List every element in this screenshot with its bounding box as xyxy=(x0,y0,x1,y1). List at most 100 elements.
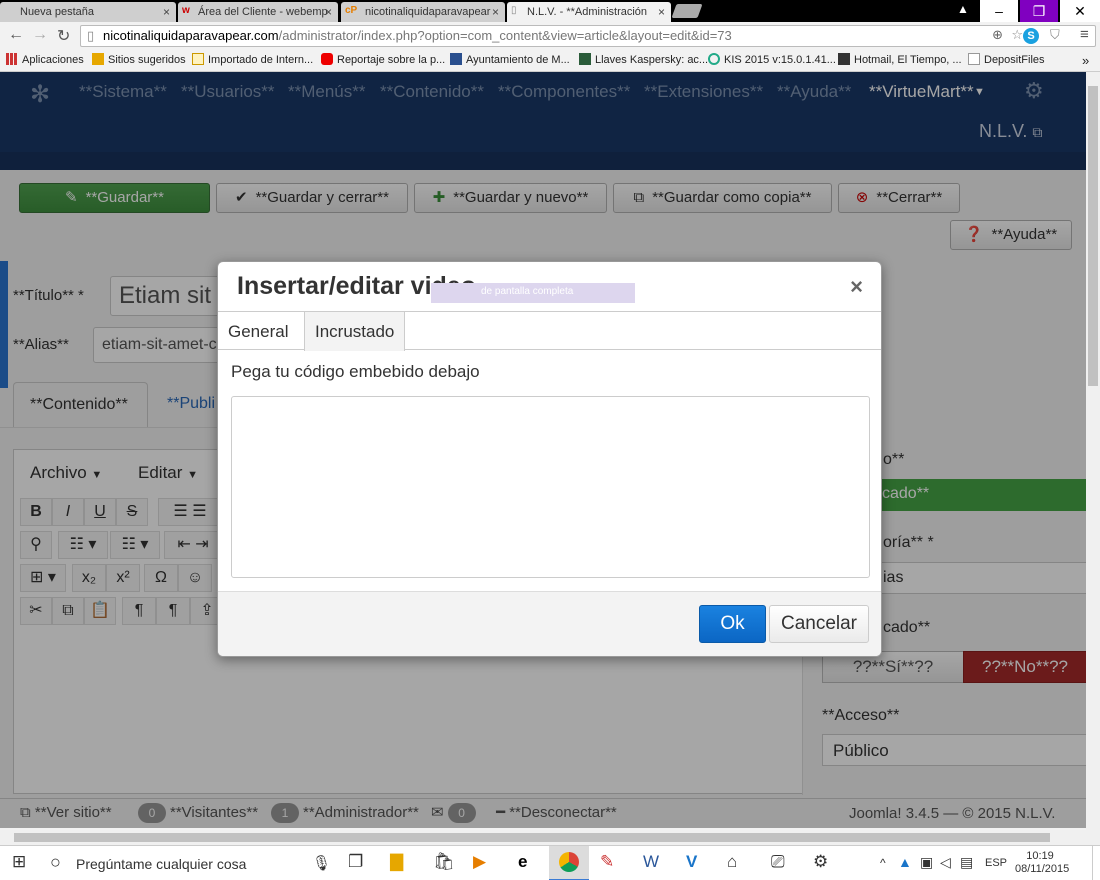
cortana-search[interactable]: ○ Pregúntame cualquier cosa 🎙 xyxy=(40,846,336,880)
browser-tab-admin[interactable]: ▯ N.L.V. - **Administración × xyxy=(507,2,671,22)
kaspersky-icon xyxy=(708,53,720,65)
cpanel-favicon-icon: cP xyxy=(345,5,358,16)
skype-extension-icon[interactable]: S xyxy=(1023,28,1039,44)
clock-date: 08/11/2015 xyxy=(1015,863,1070,875)
apps-grid-icon xyxy=(6,53,18,65)
show-desktop-button[interactable] xyxy=(1092,846,1100,880)
tab-label: Área del Cliente - webemp xyxy=(198,6,328,18)
bookmark-label: Hotmail, El Tiempo, ... xyxy=(854,54,962,66)
media-player-icon[interactable]: ▶ xyxy=(473,852,486,872)
msn-icon xyxy=(838,53,850,65)
url-path: /administrator/index.php?option=com_cont… xyxy=(278,28,732,43)
webempresa-favicon-icon: w xyxy=(182,5,190,16)
browser-tab-cpanel[interactable]: cP nicotinaliquidaparavapear × xyxy=(341,2,505,22)
bookmark-apps[interactable]: Aplicaciones xyxy=(6,53,84,66)
cancel-button[interactable]: Cancelar xyxy=(769,605,869,643)
window-close-button[interactable]: ✕ xyxy=(1060,0,1100,22)
search-placeholder: Pregúntame cualquier cosa xyxy=(76,856,247,872)
bookmark-label: DepositFiles xyxy=(984,54,1045,66)
scroll-thumb[interactable] xyxy=(1088,86,1098,386)
file-explorer-icon[interactable]: ▇ xyxy=(390,852,403,872)
bookmark-ayuntamiento[interactable]: Ayuntamiento de M... xyxy=(450,53,570,66)
windows-start-icon[interactable]: ⊞ xyxy=(12,852,26,872)
bookmark-star-icon[interactable]: ☆ xyxy=(1011,27,1023,43)
horizontal-scrollbar[interactable] xyxy=(0,830,1100,845)
close-tab-icon[interactable]: × xyxy=(658,5,665,19)
bookmark-label: Reportaje sobre la p... xyxy=(337,54,446,66)
bookmark-hotmail[interactable]: Hotmail, El Tiempo, ... xyxy=(838,53,962,66)
bookmark-label: Ayuntamiento de M... xyxy=(466,54,570,66)
tab-label: N.L.V. - **Administración xyxy=(527,6,648,18)
bing-icon xyxy=(92,53,104,65)
clock-time: 10:19 xyxy=(1026,850,1054,862)
microphone-icon[interactable]: 🎙 xyxy=(312,854,331,872)
task-view-icon[interactable]: ❐ xyxy=(348,852,363,872)
taskbar-chrome[interactable] xyxy=(549,846,589,880)
tray-app-icon[interactable]: ▲ xyxy=(898,854,912,870)
zoom-icon[interactable]: ⊕ xyxy=(992,27,1003,43)
settings-icon[interactable]: ⚙ xyxy=(813,852,828,872)
tab-general[interactable]: General xyxy=(218,312,298,350)
close-icon[interactable]: × xyxy=(850,274,863,300)
bookmark-suggested[interactable]: Sitios sugeridos xyxy=(92,53,186,66)
bookmark-label: KIS 2015 v:15.0.1.41... xyxy=(724,54,836,66)
url-input[interactable]: ▯ nicotinaliquidaparavapear.com/administ… xyxy=(80,25,1096,47)
new-tab-button[interactable] xyxy=(671,4,703,18)
edge-icon[interactable]: e xyxy=(518,852,527,872)
close-tab-icon[interactable]: × xyxy=(163,5,170,19)
chrome-menu-icon[interactable]: ≡ xyxy=(1080,26,1089,43)
word-icon[interactable]: W xyxy=(643,852,659,872)
ok-button[interactable]: Ok xyxy=(699,605,766,643)
windows-taskbar: ⊞ ○ Pregúntame cualquier cosa 🎙 ❐ ▇ 🛍 ▶ … xyxy=(0,845,1100,880)
page-info-icon[interactable]: ▯ xyxy=(87,28,94,44)
tab-label: nicotinaliquidaparavapear xyxy=(365,6,491,18)
network-icon[interactable]: ▣ xyxy=(920,854,933,871)
minimize-button[interactable]: – xyxy=(980,0,1018,22)
bookmark-depositfiles[interactable]: DepositFiles xyxy=(968,53,1045,66)
bookmarks-bar: Aplicaciones Sitios sugeridos Importado … xyxy=(0,50,1100,72)
paint-icon[interactable]: ✎ xyxy=(600,852,614,872)
store-icon[interactable]: 🛍 xyxy=(433,852,455,872)
user-profile-icon[interactable]: ▲ xyxy=(957,2,969,16)
insert-video-dialog: Insertar/editar video de pantalla comple… xyxy=(217,261,882,657)
address-bar-row: ← → ↻ ▯ nicotinaliquidaparavapear.com/ad… xyxy=(0,22,1100,50)
site-icon xyxy=(579,53,591,65)
more-bookmarks-icon[interactable]: » xyxy=(1082,53,1089,68)
youtube-icon xyxy=(321,53,333,65)
shield-extension-icon[interactable]: ⛉ xyxy=(1050,27,1060,43)
bookmark-label: Importado de Intern... xyxy=(208,54,314,66)
tab-label: Nueva pestaña xyxy=(20,6,94,18)
tab-embed[interactable]: Incrustado xyxy=(304,312,406,351)
app-icon[interactable]: ⌂ xyxy=(727,852,737,872)
app-v-icon[interactable]: V xyxy=(686,852,697,872)
forward-arrow-icon[interactable]: → xyxy=(32,26,48,44)
reload-icon[interactable]: ↻ xyxy=(57,26,70,46)
browser-tab-bar: Nueva pestaña × w Área del Cliente - webem… xyxy=(0,0,1100,22)
bookmark-report[interactable]: Reportaje sobre la p... xyxy=(321,53,445,66)
dialog-footer: Ok Cancelar xyxy=(218,591,881,656)
bookmark-label: Aplicaciones xyxy=(22,54,84,66)
language-indicator[interactable]: ESP xyxy=(985,857,1007,869)
volume-icon[interactable]: ◁ xyxy=(940,854,951,871)
city-hall-icon xyxy=(450,53,462,65)
browser-tab-new[interactable]: Nueva pestaña × xyxy=(0,2,176,22)
bookmark-kaspersky-keys[interactable]: Llaves Kaspersky: ac... xyxy=(579,53,708,66)
notifications-icon[interactable]: ▤ xyxy=(960,854,973,871)
restore-button[interactable]: ❐ xyxy=(1020,0,1058,22)
close-tab-icon[interactable]: × xyxy=(492,5,499,19)
cortana-circle-icon: ○ xyxy=(50,852,61,872)
chrome-icon xyxy=(559,852,579,872)
bookmark-kis[interactable]: KIS 2015 v:15.0.1.41... xyxy=(708,53,836,66)
tray-chevron-icon[interactable]: ^ xyxy=(880,856,886,870)
back-arrow-icon[interactable]: ← xyxy=(8,26,24,44)
url-host: nicotinaliquidaparavapear.com xyxy=(103,28,279,43)
page-icon xyxy=(968,53,980,65)
bookmark-imported[interactable]: Importado de Intern... xyxy=(192,53,313,66)
clock[interactable]: 10:19 08/11/2015 xyxy=(1015,850,1070,876)
vertical-scrollbar[interactable] xyxy=(1086,72,1100,830)
embed-code-textarea[interactable] xyxy=(231,396,870,578)
browser-tab-webempresa[interactable]: w Área del Cliente - webemp × xyxy=(178,2,338,22)
remote-desktop-icon[interactable]: ⎚ xyxy=(771,852,785,872)
scroll-thumb[interactable] xyxy=(14,833,1050,842)
close-tab-icon[interactable]: × xyxy=(325,5,332,19)
